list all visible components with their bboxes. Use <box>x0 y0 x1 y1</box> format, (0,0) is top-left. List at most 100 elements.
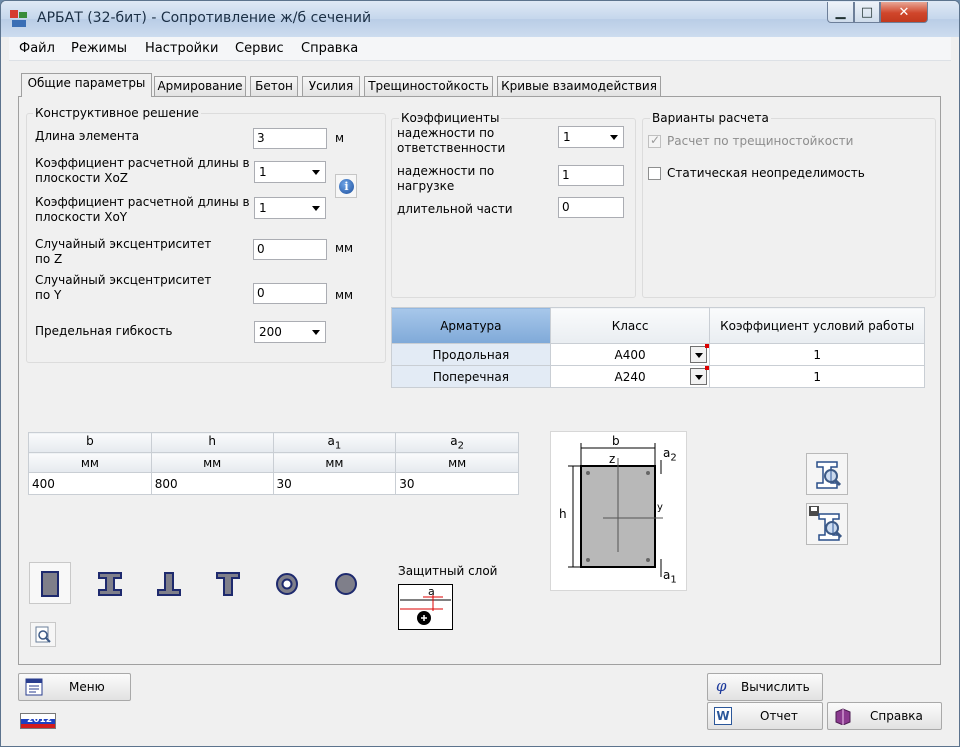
info-button[interactable]: i <box>335 174 357 198</box>
help-button[interactable]: Справка <box>827 702 942 730</box>
shape-rectangle-button[interactable] <box>29 562 71 604</box>
rebar-class-select[interactable]: А400 <box>549 343 711 366</box>
tab-concrete[interactable]: Бетон <box>250 76 298 97</box>
rebar-header-class[interactable]: Класс <box>549 307 711 344</box>
minimize-button[interactable]: ▁ <box>827 2 854 23</box>
menu-icon <box>25 678 43 696</box>
tab-reinforcement[interactable]: Армирование <box>154 76 246 97</box>
rebar-row-name[interactable]: Поперечная <box>391 365 551 388</box>
dims-header: b h a1 a2 <box>28 432 519 453</box>
ecc-z-input[interactable]: 0 <box>253 239 327 260</box>
rebar-class-value: А240 <box>614 369 646 384</box>
coeffs-title: Коэффициенты <box>399 111 502 125</box>
calculate-button-label: Вычислить <box>741 680 810 694</box>
menu-help[interactable]: Справка <box>301 41 358 56</box>
length-input[interactable]: 3 <box>253 128 327 149</box>
dropdown-arrow-icon[interactable] <box>690 368 708 385</box>
long-input[interactable]: 0 <box>558 197 624 218</box>
kxoz-select[interactable]: 1 <box>254 161 326 183</box>
resp-select[interactable]: 1 <box>558 126 624 148</box>
t-section-icon <box>216 572 240 596</box>
maximize-button[interactable]: □ <box>854 2 880 23</box>
dims-header-a1: a1 <box>272 432 397 453</box>
phi-icon: φ <box>716 677 727 695</box>
report-button-label: Отчет <box>760 709 798 723</box>
dims-table: b h a1 a2 мм мм мм мм 400 800 30 30 <box>28 432 519 495</box>
rebar-header-type[interactable]: Арматура <box>391 307 551 344</box>
circle-section-icon <box>335 573 357 595</box>
rebar-coef-cell[interactable]: 1 <box>709 365 925 388</box>
slenderness-select[interactable]: 200 <box>254 321 326 343</box>
dims-h-input[interactable]: 800 <box>150 472 274 495</box>
shape-ring-button[interactable] <box>265 562 307 604</box>
menu-settings[interactable]: Настройки <box>145 41 218 56</box>
rebar-row-name[interactable]: Продольная <box>391 343 551 366</box>
kxoz-value: 1 <box>259 165 267 179</box>
rebar-coef-cell[interactable]: 1 <box>709 343 925 366</box>
dims-header-h: h <box>150 432 274 453</box>
tab-crack-resistance[interactable]: Трещиностойкость <box>364 76 493 97</box>
tab-interaction-curves[interactable]: Кривые взаимодействия <box>497 76 661 97</box>
resp-value: 1 <box>563 130 571 144</box>
cover-layer-button[interactable]: a <box>398 584 453 630</box>
dims-b-input[interactable]: 400 <box>28 472 152 495</box>
section-zoom-icon <box>816 461 842 489</box>
construct-title: Конструктивное решение <box>33 106 201 120</box>
crack-checkbox[interactable]: ✓ <box>648 133 661 148</box>
shape-t-button[interactable] <box>206 562 248 604</box>
dims-unit: мм <box>28 452 152 473</box>
red-marker <box>705 366 710 370</box>
info-icon: i <box>339 179 354 194</box>
dims-unit: мм <box>395 452 519 473</box>
menu-button-label: Меню <box>69 680 105 694</box>
menu-button[interactable]: Меню <box>18 673 131 701</box>
shape-t-inverted-button[interactable] <box>147 562 189 604</box>
ecc-z-unit: мм <box>335 241 354 255</box>
static-checkbox[interactable] <box>648 167 661 180</box>
section-diagram: b h z y a2 a1 <box>550 431 687 591</box>
year-flag: 2012 <box>20 713 56 729</box>
tab-general[interactable]: Общие параметры <box>21 73 152 97</box>
check-mark-icon: ✓ <box>650 133 661 147</box>
close-button[interactable]: ✕ <box>880 2 928 23</box>
long-label: длительной части <box>397 202 513 216</box>
kxoy-select[interactable]: 1 <box>254 197 326 219</box>
arbat-app-icon <box>10 10 27 27</box>
dims-header-a2: a2 <box>395 432 519 453</box>
book-icon <box>835 708 851 725</box>
save-section-icon <box>809 506 843 541</box>
kxoy-value: 1 <box>259 201 267 215</box>
save-section-button[interactable] <box>806 503 848 545</box>
static-label: Статическая неопределимость <box>667 166 865 180</box>
variants-title: Варианты расчета <box>650 111 771 125</box>
load-input[interactable]: 1 <box>558 165 624 186</box>
load-label: надежности по нагрузке <box>397 164 495 193</box>
section-a1-label: a1 <box>663 568 677 586</box>
dims-a1-input[interactable]: 30 <box>272 472 397 495</box>
rebar-header-coef[interactable]: Коэффициент условий работы <box>709 307 925 344</box>
inverted-t-section-icon <box>157 572 181 596</box>
ecc-y-input[interactable]: 0 <box>253 283 327 304</box>
menu-service[interactable]: Сервис <box>235 41 284 56</box>
menu-modes[interactable]: Режимы <box>71 41 127 56</box>
flag-year: 2012 <box>27 715 53 725</box>
dims-a2-input[interactable]: 30 <box>395 472 519 495</box>
cover-layer-icon <box>400 595 451 625</box>
cover-title: Защитный слой <box>398 564 498 578</box>
shape-circle-button[interactable] <box>324 562 366 604</box>
preview-button[interactable] <box>30 622 56 647</box>
table-row: Поперечная А240 1 <box>391 365 925 388</box>
length-label: Длина элемента <box>35 129 140 143</box>
rebar-class-select[interactable]: А240 <box>549 365 711 388</box>
titlebar[interactable]: АРБАТ (32-бит) - Сопротивление ж/б сечен… <box>1 1 959 37</box>
calculate-button[interactable]: φ Вычислить <box>707 673 823 701</box>
menu-file[interactable]: Файл <box>19 41 55 56</box>
report-button[interactable]: W Отчет <box>707 702 823 730</box>
dropdown-arrow-icon[interactable] <box>690 346 708 363</box>
shape-i-beam-button[interactable] <box>88 562 130 604</box>
tab-forces[interactable]: Усилия <box>302 76 360 97</box>
window-title: АРБАТ (32-бит) - Сопротивление ж/б сечен… <box>37 10 372 26</box>
zoom-section-button[interactable] <box>806 453 848 495</box>
length-unit: м <box>335 131 345 145</box>
section-h-label: h <box>559 507 567 521</box>
